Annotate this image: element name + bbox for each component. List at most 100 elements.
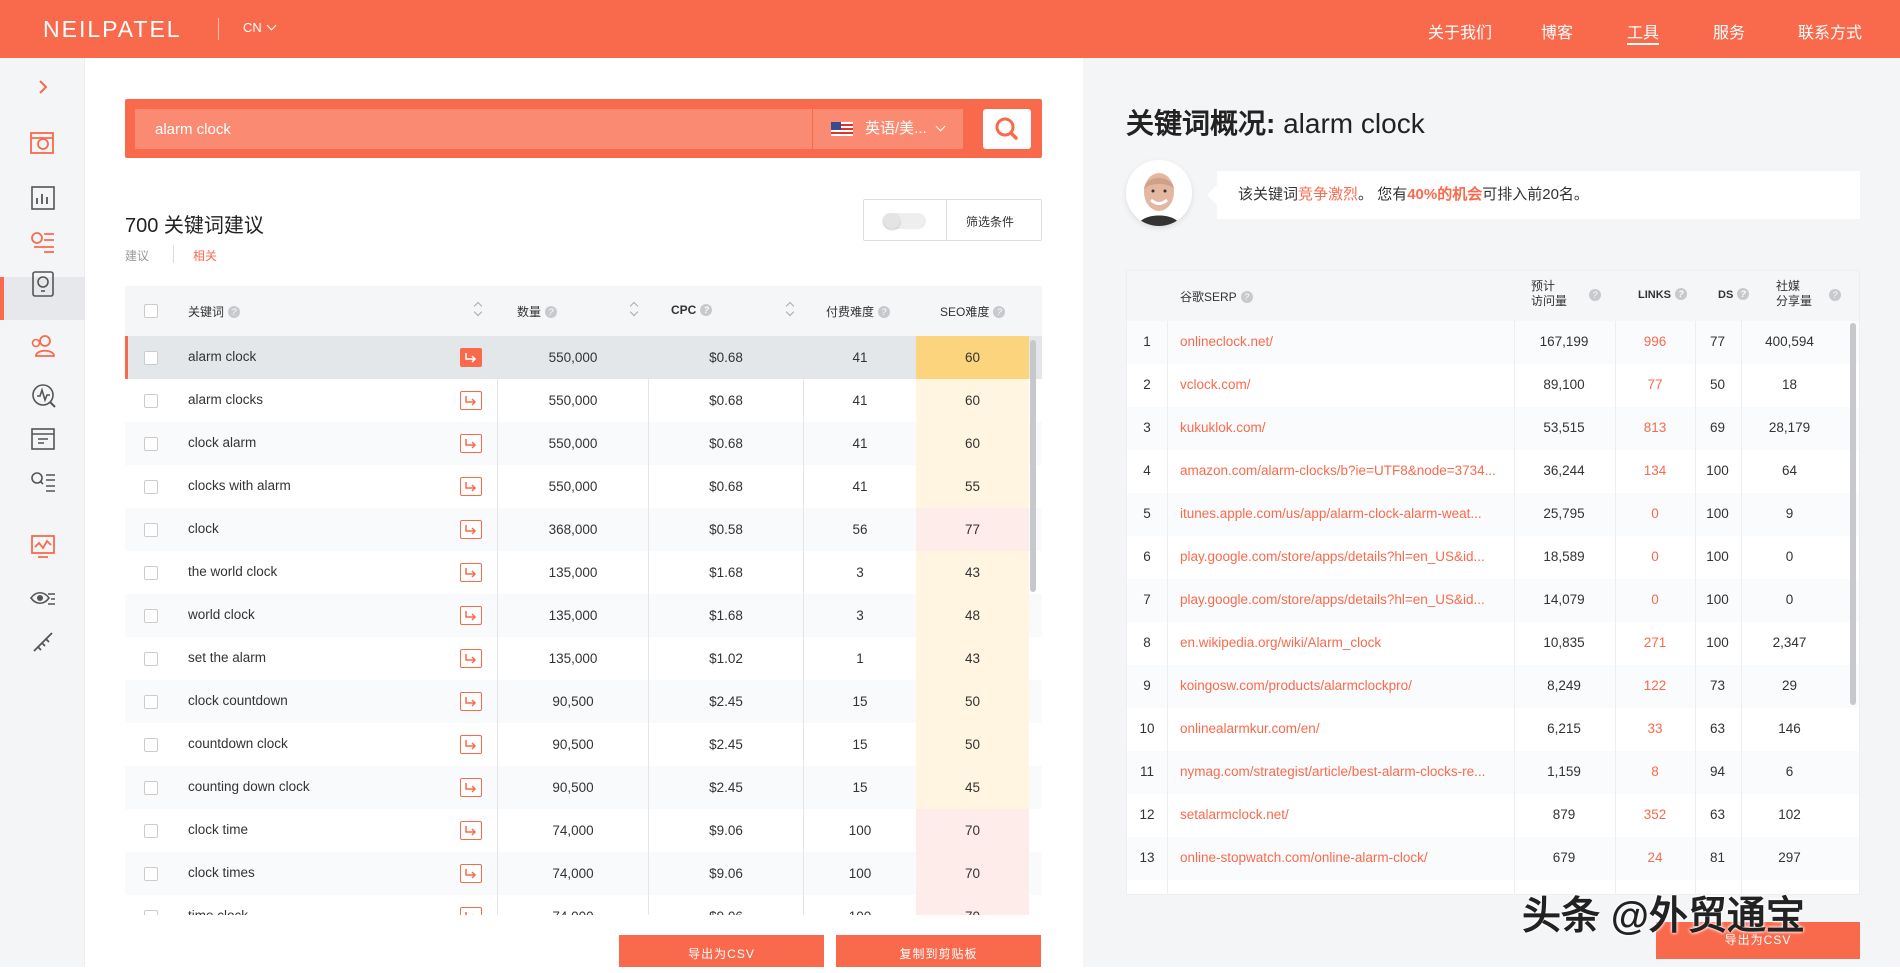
table-row[interactable]: clocks with alarm 550,000 $0.68 41 55 [125, 465, 1042, 508]
table-row[interactable]: clock countdown 90,500 $2.45 15 50 [125, 680, 1042, 723]
expand-icon[interactable] [28, 72, 58, 102]
table-row[interactable]: clock times 74,000 $9.06 100 70 [125, 852, 1042, 895]
nav-services[interactable]: 服务 [1713, 19, 1745, 43]
serp-table-scrollbar[interactable] [1850, 323, 1856, 705]
row-checkbox[interactable] [144, 437, 158, 451]
serp-url-link[interactable]: onlineclock.net/ [1180, 334, 1510, 349]
links-cell[interactable]: 0 [1615, 549, 1695, 564]
filter-button[interactable]: 筛选条件 [966, 213, 1014, 230]
search-button[interactable] [983, 109, 1031, 149]
links-cell[interactable]: 0 [1615, 506, 1695, 521]
links-cell[interactable]: 24 [1615, 850, 1695, 865]
tab-related[interactable]: 相关 [193, 247, 217, 264]
open-keyword-button[interactable] [460, 864, 482, 883]
row-checkbox[interactable] [144, 781, 158, 795]
row-checkbox[interactable] [144, 394, 158, 408]
col-cpc[interactable]: CPC? [671, 303, 713, 317]
tab-suggestions[interactable]: 建议 [125, 247, 149, 264]
open-keyword-button[interactable] [460, 434, 482, 453]
keyword-cell[interactable]: clock time [188, 822, 248, 837]
serp-url-link[interactable]: kukuklok.com/ [1180, 420, 1510, 435]
serp-url-link[interactable]: koingosw.com/products/alarmclockpro/ [1180, 678, 1510, 693]
language-selector[interactable]: CN [243, 20, 277, 35]
table-row[interactable]: clock alarm 550,000 $0.68 41 60 [125, 422, 1042, 465]
keyword-cell[interactable]: the world clock [188, 564, 277, 579]
col-volume[interactable]: 数量? [517, 303, 558, 320]
col-paid-difficulty[interactable]: 付费难度? [826, 303, 891, 320]
links-cell[interactable]: 8 [1615, 764, 1695, 779]
help-icon[interactable]: ? [1240, 291, 1253, 303]
links-cell[interactable]: 33 [1615, 721, 1695, 736]
links-cell[interactable]: 134 [1615, 463, 1695, 478]
serp-url-link[interactable]: play.google.com/store/apps/details?hl=en… [1180, 549, 1510, 564]
nav-blog[interactable]: 博客 [1541, 19, 1573, 43]
keyword-cell[interactable]: set the alarm [188, 650, 266, 665]
filter-toggle[interactable] [882, 213, 926, 229]
table-row[interactable]: clock time 74,000 $9.06 100 70 [125, 809, 1042, 852]
links-cell[interactable]: 122 [1615, 678, 1695, 693]
serp-url-link[interactable]: amazon.com/alarm-clocks/b?ie=UTF8&node=3… [1180, 463, 1510, 478]
serp-url-link[interactable]: play.google.com/store/apps/details?hl=en… [1180, 592, 1510, 607]
sort-icon[interactable] [786, 300, 794, 318]
help-icon[interactable]: ? [993, 306, 1006, 318]
row-checkbox[interactable] [144, 480, 158, 494]
help-icon[interactable]: ? [1589, 289, 1601, 301]
export-csv-button[interactable]: 导出为CSV [619, 935, 824, 967]
table-row[interactable]: countdown clock 90,500 $2.45 15 50 [125, 723, 1042, 766]
open-keyword-button[interactable] [460, 477, 482, 496]
copy-clipboard-button[interactable]: 复制到剪贴板 [836, 935, 1041, 967]
keyword-table-scrollbar[interactable] [1030, 340, 1036, 592]
nav-about[interactable]: 关于我们 [1428, 19, 1492, 43]
keyword-cell[interactable]: alarm clock [188, 349, 256, 364]
open-keyword-button[interactable] [460, 649, 482, 668]
row-checkbox[interactable] [144, 910, 158, 915]
serp-url-link[interactable]: setalarmclock.net/ [1180, 807, 1510, 822]
links-cell[interactable]: 0 [1615, 592, 1695, 607]
table-row[interactable]: time clock 74,000$9.0610070 [125, 895, 1042, 915]
row-checkbox[interactable] [144, 867, 158, 881]
row-checkbox[interactable] [144, 652, 158, 666]
chart-icon[interactable] [28, 183, 58, 213]
serp-url-link[interactable]: onlinealarmkur.com/en/ [1180, 721, 1510, 736]
table-row[interactable]: alarm clocks 550,000 $0.68 41 60 [125, 379, 1042, 422]
serp-url-link[interactable]: microsoft.com/en-us/p/alarm-clock/9wzdnc… [1180, 893, 1510, 894]
keyword-cell[interactable]: time clock [188, 908, 248, 915]
serp-url-link[interactable]: online-stopwatch.com/online-alarm-clock/ [1180, 850, 1510, 865]
help-icon[interactable]: ? [1737, 288, 1750, 300]
content-ideas-icon[interactable] [28, 269, 58, 299]
keyword-cell[interactable]: world clock [188, 607, 255, 622]
open-keyword-button[interactable] [460, 778, 482, 797]
traffic-analyzer-icon[interactable] [28, 531, 58, 561]
help-icon[interactable]: ? [878, 306, 891, 318]
row-checkbox[interactable] [144, 351, 158, 365]
keyword-cell[interactable]: clock countdown [188, 693, 288, 708]
col-seo-difficulty[interactable]: SEO难度? [940, 303, 1006, 320]
links-cell[interactable]: 996 [1615, 334, 1695, 349]
nav-contact[interactable]: 联系方式 [1798, 19, 1862, 43]
keyword-cell[interactable]: clock alarm [188, 435, 256, 450]
keyword-cell[interactable]: counting down clock [188, 779, 310, 794]
row-checkbox[interactable] [144, 738, 158, 752]
row-checkbox[interactable] [144, 609, 158, 623]
keyword-cell[interactable]: clock [188, 521, 219, 536]
serp-url-link[interactable]: nymag.com/strategist/article/best-alarm-… [1180, 764, 1510, 779]
help-icon[interactable]: ? [545, 306, 558, 318]
bookmarklet-icon[interactable] [28, 627, 58, 657]
row-checkbox[interactable] [144, 566, 158, 580]
row-checkbox[interactable] [144, 824, 158, 838]
row-checkbox[interactable] [144, 523, 158, 537]
open-keyword-button[interactable] [460, 907, 482, 915]
table-row[interactable]: set the alarm 135,000 $1.02 1 43 [125, 637, 1042, 680]
visibility-icon[interactable] [28, 585, 58, 615]
overview-icon[interactable] [28, 129, 58, 159]
neilpatel-logo[interactable]: NEILPATEL [43, 16, 182, 43]
select-all-checkbox[interactable] [144, 304, 158, 318]
links-cell[interactable]: 813 [1615, 420, 1695, 435]
links-cell[interactable]: 352 [1615, 807, 1695, 822]
table-row[interactable]: world clock 135,000 $1.68 3 48 [125, 594, 1042, 637]
table-row[interactable]: alarm clock 550,000 $0.68 41 60 [125, 336, 1042, 379]
help-icon[interactable]: ? [228, 306, 241, 318]
sort-icon[interactable] [474, 300, 482, 318]
open-keyword-button[interactable] [460, 563, 482, 582]
open-keyword-button[interactable] [460, 692, 482, 711]
